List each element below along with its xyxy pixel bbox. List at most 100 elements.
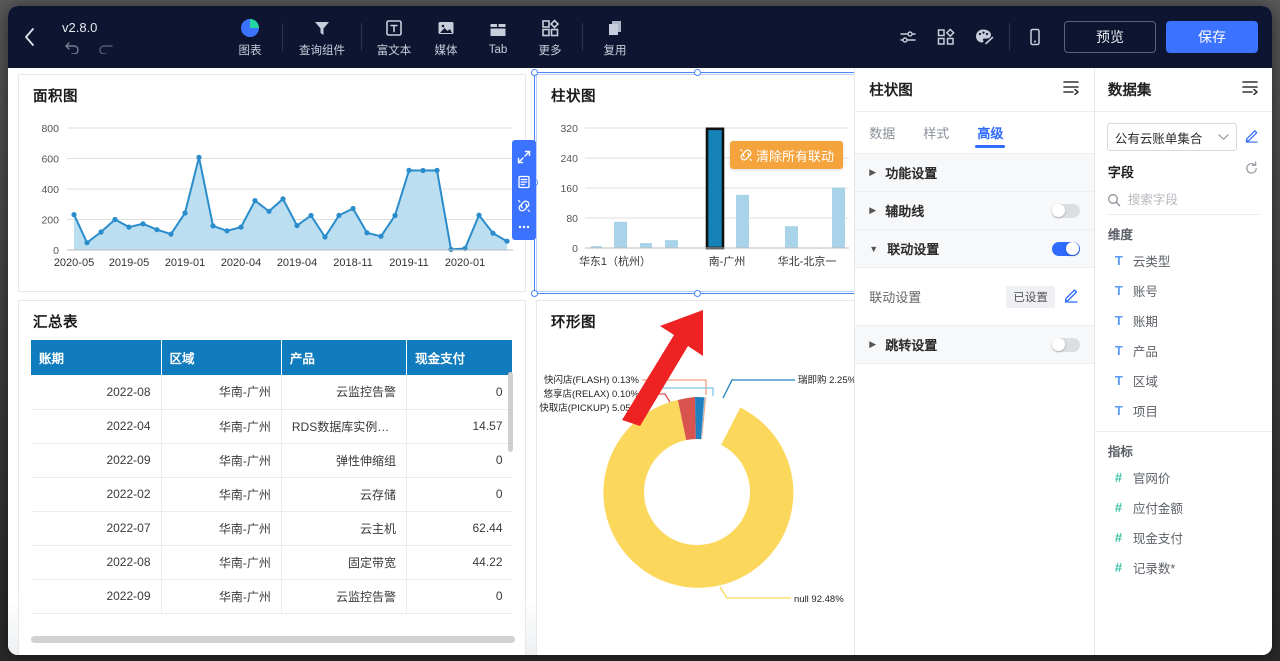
pencil-icon bbox=[1244, 127, 1260, 143]
more-button[interactable] bbox=[517, 224, 531, 230]
col-header-3[interactable]: 现金支付 bbox=[407, 340, 513, 375]
tab-style[interactable]: 样式 bbox=[923, 112, 949, 154]
config-panel-menu-button[interactable] bbox=[1062, 79, 1080, 100]
field-measure-cash[interactable]: # 现金支付 bbox=[1095, 522, 1272, 552]
expand-button[interactable] bbox=[517, 150, 531, 164]
table-row[interactable]: 2022-08 华南-广州 固定带宽 44.22 bbox=[31, 545, 513, 579]
col-header-1[interactable]: 区域 bbox=[161, 340, 281, 375]
config-tabs: 数据 样式 高级 bbox=[855, 112, 1094, 154]
svg-text:320: 320 bbox=[560, 123, 578, 135]
clear-all-links-button[interactable]: 清除所有联动 bbox=[730, 141, 843, 169]
field-label: 云类型 bbox=[1133, 251, 1171, 270]
field-measure-payable[interactable]: # 应付金额 bbox=[1095, 492, 1272, 522]
field-measure-listprice[interactable]: # 官网价 bbox=[1095, 462, 1272, 492]
svg-text:0: 0 bbox=[572, 243, 578, 255]
tool-richtext[interactable]: 富文本 bbox=[368, 6, 420, 68]
palette-button[interactable] bbox=[965, 18, 1003, 56]
number-field-icon: # bbox=[1115, 560, 1125, 575]
mobile-preview-button[interactable] bbox=[1016, 18, 1054, 56]
cell: 华南-广州 bbox=[161, 443, 281, 477]
layout-button[interactable] bbox=[927, 18, 965, 56]
donut-chart-title: 环形图 bbox=[537, 301, 854, 332]
link-settings-toggle[interactable] bbox=[1052, 242, 1080, 256]
tool-tab[interactable]: Tab bbox=[472, 6, 524, 68]
jump-settings-toggle[interactable] bbox=[1052, 338, 1080, 352]
undo-button[interactable] bbox=[64, 39, 81, 54]
field-dimension-product[interactable]: T 产品 bbox=[1095, 335, 1272, 365]
fields-header: 字段 bbox=[1095, 155, 1272, 183]
tool-reuse[interactable]: 复用 bbox=[589, 6, 641, 68]
layout-icon bbox=[936, 27, 956, 47]
col-header-0[interactable]: 账期 bbox=[31, 340, 161, 375]
summary-table: 账期 区域 产品 现金支付 2022-08 华南-广州 云监控告警 bbox=[31, 340, 513, 614]
table-horizontal-scrollbar[interactable] bbox=[31, 636, 515, 643]
top-right-actions: 预览 保存 bbox=[889, 18, 1272, 56]
field-label: 账号 bbox=[1133, 281, 1158, 300]
tool-query-widget[interactable]: 查询组件 bbox=[289, 6, 355, 68]
table-row[interactable]: 2022-02 华南-广州 云存储 0 bbox=[31, 477, 513, 511]
text-field-icon: T bbox=[1115, 373, 1125, 388]
save-button[interactable]: 保存 bbox=[1166, 21, 1258, 53]
table-row[interactable]: 2022-09 华南-广州 云监控告警 0 bbox=[31, 579, 513, 613]
table-row[interactable]: 2022-04 华南-广州 RDS数据库实例虚... 14.57 bbox=[31, 409, 513, 443]
selected-bar bbox=[707, 129, 723, 248]
summary-table-wrap[interactable]: 账期 区域 产品 现金支付 2022-08 华南-广州 云监控告警 bbox=[31, 340, 513, 630]
redo-icon bbox=[97, 39, 114, 54]
link-settings-row-label: 联动设置 bbox=[869, 287, 998, 306]
field-measure-recordcount[interactable]: # 记录数* bbox=[1095, 552, 1272, 582]
tool-chart[interactable]: 图表 bbox=[224, 6, 276, 68]
image-icon bbox=[436, 17, 456, 39]
redo-button[interactable] bbox=[97, 39, 114, 54]
tool-richtext-label: 富文本 bbox=[377, 42, 412, 58]
tool-media-label: 媒体 bbox=[435, 42, 458, 58]
section-jump-settings[interactable]: ▶ 跳转设置 bbox=[855, 326, 1094, 364]
guideline-toggle[interactable] bbox=[1052, 204, 1080, 218]
section-link-settings[interactable]: ▼ 联动设置 bbox=[855, 230, 1094, 268]
field-dimension-cloudtype[interactable]: T 云类型 bbox=[1095, 245, 1272, 275]
tab-data[interactable]: 数据 bbox=[869, 112, 895, 154]
field-dimension-region[interactable]: T 区域 bbox=[1095, 365, 1272, 395]
area-chart-card[interactable]: 面积图 800 600 400 200 0 bbox=[18, 74, 526, 292]
back-button[interactable] bbox=[8, 6, 50, 68]
dataset-select[interactable]: 公有云账单集合 bbox=[1107, 123, 1237, 151]
tool-media[interactable]: 媒体 bbox=[420, 6, 472, 68]
section-guideline[interactable]: ▶ 辅助线 bbox=[855, 192, 1094, 230]
tab-advanced[interactable]: 高级 bbox=[977, 112, 1003, 154]
document-button[interactable] bbox=[517, 175, 531, 189]
bar-chart-card[interactable]: 柱状图 320 240 160 80 0 bbox=[536, 74, 854, 292]
tool-more[interactable]: 更多 bbox=[524, 6, 576, 68]
bar-xtick-1: 南-广州 bbox=[709, 255, 746, 268]
preview-button[interactable]: 预览 bbox=[1064, 21, 1156, 53]
table-row[interactable]: 2022-08 华南-广州 云监控告警 0 bbox=[31, 375, 513, 409]
field-search-input[interactable] bbox=[1128, 193, 1248, 207]
summary-table-card[interactable]: 汇总表 账期 区域 产品 现金支付 bbox=[18, 300, 526, 655]
table-vertical-scrollbar[interactable] bbox=[508, 372, 513, 452]
dataset-edit-button[interactable] bbox=[1244, 127, 1260, 148]
col-header-2[interactable]: 产品 bbox=[281, 340, 406, 375]
field-label: 官网价 bbox=[1133, 468, 1171, 487]
table-row[interactable]: 2022-09 华南-广州 弹性伸缩组 0 bbox=[31, 443, 513, 477]
dashboard-canvas[interactable]: 面积图 800 600 400 200 0 bbox=[8, 68, 854, 655]
chevron-left-icon bbox=[22, 26, 36, 48]
cell: 0 bbox=[407, 375, 513, 409]
field-dimension-account[interactable]: T 账号 bbox=[1095, 275, 1272, 305]
table-row[interactable]: 2022-07 华南-广州 云主机 62.44 bbox=[31, 511, 513, 545]
fields-refresh-button[interactable] bbox=[1244, 161, 1259, 181]
sliders-button[interactable] bbox=[889, 18, 927, 56]
section-function-settings[interactable]: ▶ 功能设置 bbox=[855, 154, 1094, 192]
dataset-panel-header: 数据集 bbox=[1095, 68, 1272, 112]
unlink-button[interactable] bbox=[517, 199, 531, 213]
field-dimension-period[interactable]: T 账期 bbox=[1095, 305, 1272, 335]
area-xtick-5: 2018-11 bbox=[333, 257, 373, 269]
donut-chart-card[interactable]: 环形图 bbox=[536, 300, 854, 655]
section-guideline-label: 辅助线 bbox=[885, 201, 1043, 220]
svg-text:160: 160 bbox=[560, 183, 578, 195]
dataset-panel-menu-button[interactable] bbox=[1241, 79, 1259, 100]
area-xtick-6: 2019-11 bbox=[389, 257, 429, 269]
link-settings-edit-button[interactable] bbox=[1063, 286, 1080, 308]
field-dimension-project[interactable]: T 项目 bbox=[1095, 395, 1272, 425]
area-xtick-0: 2020-05 bbox=[54, 257, 94, 269]
config-panel-header: 柱状图 bbox=[855, 68, 1094, 112]
area-xtick-2: 2019-01 bbox=[165, 257, 205, 269]
field-search[interactable] bbox=[1107, 187, 1260, 215]
